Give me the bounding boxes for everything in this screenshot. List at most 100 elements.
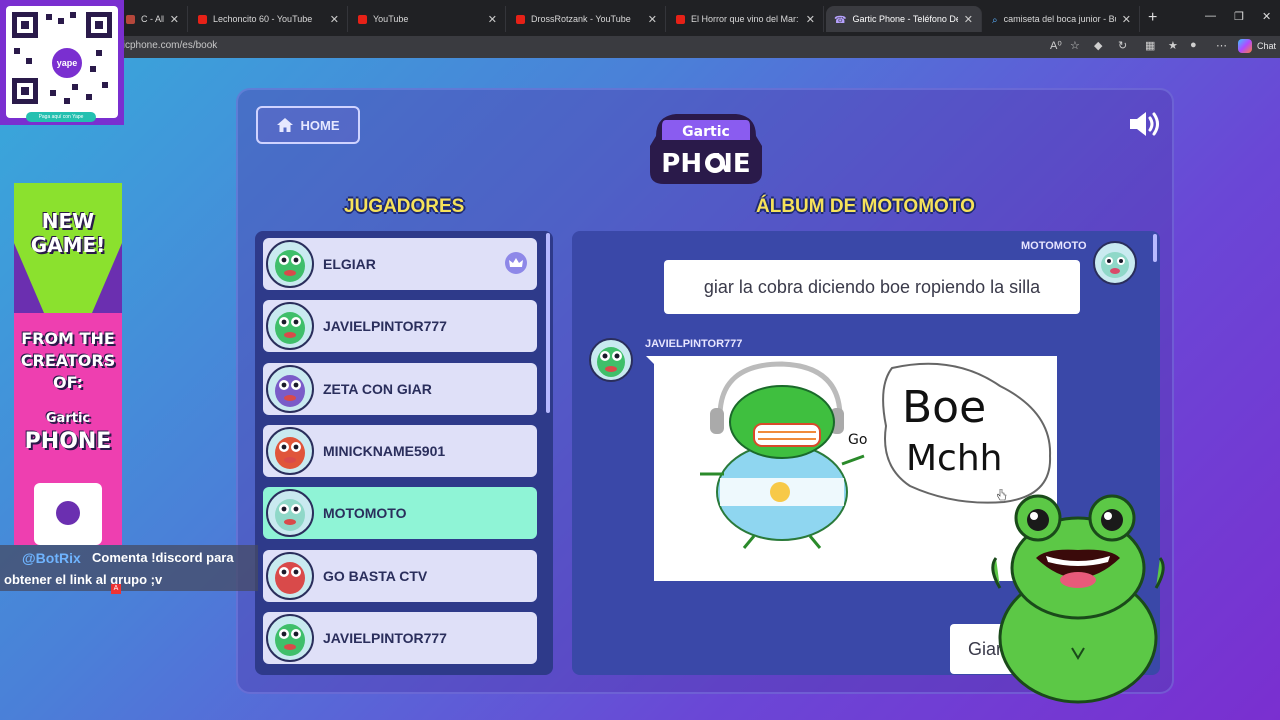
player-avatar — [266, 240, 314, 288]
svg-text:Gartic: Gartic — [682, 124, 730, 140]
tab-title: camiseta del boca junior - Búsque — [1003, 14, 1116, 24]
browser-tab[interactable]: El Horror que vino del Mar: 3 CAS ✕ — [668, 6, 824, 32]
drawing-word-boe: Boe — [902, 382, 986, 433]
player-row[interactable]: ZETA CON GIAR — [263, 362, 537, 415]
player-name: MINICKNAME5901 — [323, 442, 446, 459]
copilot-button[interactable]: Chat — [1238, 39, 1276, 53]
menu-dots-icon[interactable]: ⋯ — [1216, 39, 1227, 52]
chat-badge-icon: A — [111, 584, 121, 594]
player-avatar — [266, 613, 314, 662]
home-label: HOME — [300, 117, 340, 133]
close-tab-icon[interactable]: ✕ — [964, 13, 973, 26]
browser-tab[interactable]: ☎ Gartic Phone - Teléfono Descomp ✕ — [826, 6, 982, 32]
player-avatar — [266, 364, 314, 413]
browser-tab-bar: C - All Bosses S✕Lechoncito 60 - YouTube… — [0, 0, 1280, 36]
tab-title: C - All Bosses S — [141, 14, 164, 24]
browser-tab[interactable]: YouTube ✕ — [350, 6, 506, 32]
read-aloud-icon[interactable]: A⁰ — [1050, 39, 1062, 52]
advertisement-banner[interactable]: NEW GAME! FROM THE CREATORS OF: Gartic P… — [14, 183, 122, 545]
player-name: MOTOMOTO — [323, 505, 407, 522]
qr-code-overlay: yape Paga aquí con Yape — [0, 0, 124, 125]
player-avatar — [266, 426, 314, 475]
tab-icon — [126, 14, 135, 24]
minimize-icon[interactable]: — — [1205, 10, 1216, 22]
players-heading: JUGADORES — [344, 196, 465, 217]
tab-title: Gartic Phone - Teléfono Descomp — [852, 14, 957, 24]
drawing-word-mchh: Mchh — [906, 438, 1003, 479]
ad-logo-bottom: PHONE — [24, 429, 112, 454]
browser-tab[interactable]: C - All Bosses S ✕ — [118, 6, 188, 32]
youtube-icon — [358, 14, 367, 24]
player-name: JAVIELPINTOR777 — [323, 629, 447, 646]
qr-code: yape — [6, 6, 118, 118]
close-tab-icon[interactable]: ✕ — [488, 13, 497, 26]
drawing-word-go: Go — [848, 432, 867, 448]
youtube-icon — [516, 14, 525, 24]
player-row[interactable]: GO BASTA CTV — [263, 549, 537, 602]
ad-text-of: OF: — [52, 373, 84, 392]
favorite-star-icon[interactable]: ☆ — [1070, 39, 1080, 52]
message-author: MOTOMOTO — [1021, 240, 1087, 252]
home-icon — [276, 118, 293, 132]
search-icon: ⌕ — [992, 14, 998, 26]
mouse-cursor-icon — [997, 489, 1007, 501]
tab-title: DrossRotzank - YouTube — [531, 14, 631, 24]
home-button[interactable]: HOME — [256, 106, 360, 144]
player-row[interactable]: ELGIAR — [263, 238, 537, 290]
frog-mascot-overlay — [991, 494, 1165, 704]
ad-text-from: FROM THE — [21, 329, 115, 348]
ad-text-new: NEW — [41, 209, 95, 233]
player-avatar — [266, 302, 314, 351]
players-scrollbar[interactable] — [546, 233, 550, 413]
profile-avatar[interactable]: ● — [1190, 39, 1197, 51]
gartic-icon: ☎ — [834, 14, 847, 26]
qr-caption: Paga aquí con Yape — [26, 112, 96, 122]
tab-title: Lechoncito 60 - YouTube — [213, 14, 313, 24]
extension-icon[interactable]: ◆ — [1094, 39, 1102, 52]
gartic-phone-logo: Gartic PH NE — [650, 114, 762, 184]
close-tab-icon[interactable]: ✕ — [330, 13, 339, 26]
chat-message-line2: obtener el link al grupo ;v — [4, 572, 163, 587]
refresh-extension-icon[interactable]: ↻ — [1118, 39, 1127, 52]
url-field[interactable]: ticphone.com/es/book — [120, 40, 217, 51]
close-tab-icon[interactable]: ✕ — [1122, 13, 1131, 26]
close-tab-icon[interactable]: ✕ — [648, 13, 657, 26]
player-row[interactable]: JAVIELPINTOR777 — [263, 611, 537, 664]
close-window-icon[interactable]: ✕ — [1262, 10, 1271, 23]
browser-tab[interactable]: Lechoncito 60 - YouTube ✕ — [190, 6, 348, 32]
new-tab-button[interactable]: + — [1148, 9, 1157, 27]
players-list: ELGIAR JAVIELPINTOR777 ZETA CON GIAR MINICK… — [255, 231, 553, 675]
chat-message-line1: Comenta !discord para — [92, 550, 234, 565]
drawing-author-avatar — [589, 338, 633, 382]
player-row[interactable]: JAVIELPINTOR777 — [263, 300, 537, 353]
author-avatar — [1093, 241, 1137, 285]
copilot-label: Chat — [1257, 41, 1277, 51]
youtube-icon — [198, 14, 207, 24]
favorites-icon[interactable]: ★ — [1168, 39, 1178, 52]
player-row[interactable]: MOTOMOTO — [263, 487, 537, 540]
browser-tab[interactable]: DrossRotzank - YouTube ✕ — [508, 6, 666, 32]
phrase-bubble: giar la cobra diciendo boe ropiendo la s… — [664, 260, 1080, 314]
chat-username: @BotRix — [22, 550, 81, 566]
split-screen-icon[interactable]: ▦ — [1145, 39, 1155, 52]
tab-title: YouTube — [373, 14, 409, 24]
album-scrollbar[interactable] — [1153, 234, 1157, 262]
maximize-icon[interactable]: ❐ — [1234, 10, 1244, 23]
player-avatar — [266, 489, 314, 538]
copilot-icon — [1238, 39, 1252, 53]
ad-text-creators: CREATORS — [20, 351, 116, 370]
player-name: JAVIELPINTOR777 — [323, 318, 447, 335]
close-tab-icon[interactable]: ✕ — [806, 13, 815, 26]
drawing-author: JAVIELPINTOR777 — [645, 338, 743, 350]
ad-text-game: GAME! — [30, 233, 106, 257]
youtube-icon — [676, 14, 685, 24]
player-name: ELGIAR — [323, 256, 376, 272]
sound-icon[interactable] — [1128, 110, 1162, 138]
player-name: ZETA CON GIAR — [323, 380, 432, 397]
address-bar: ticphone.com/es/book A⁰ ☆ ◆ ↻ ▦ ★ ● ⋯ Ch… — [0, 36, 1280, 58]
player-avatar — [266, 551, 314, 600]
browser-tab[interactable]: ⌕ camiseta del boca junior - Búsque ✕ — [984, 6, 1140, 32]
close-tab-icon[interactable]: ✕ — [170, 13, 179, 26]
ad-logo-top: Gartic — [45, 411, 91, 426]
player-row[interactable]: MINICKNAME5901 — [263, 424, 537, 477]
